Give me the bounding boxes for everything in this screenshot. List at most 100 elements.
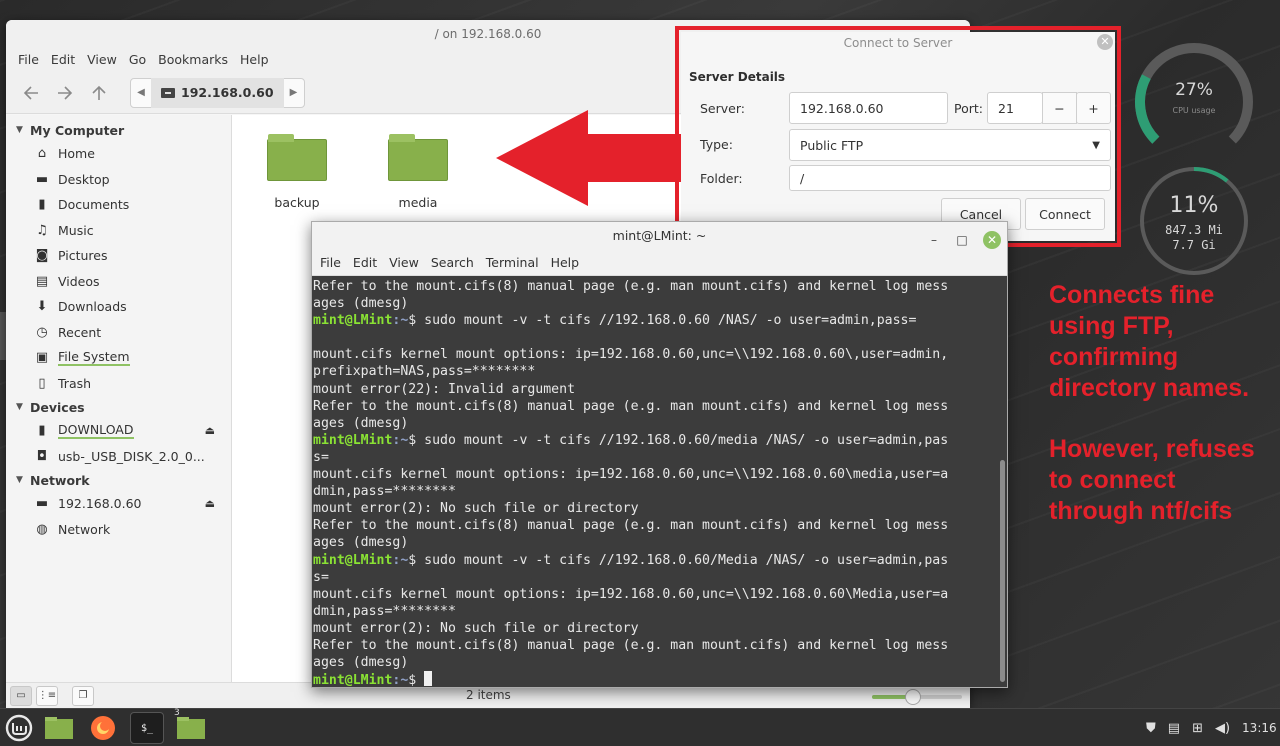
up-button[interactable]	[82, 78, 116, 108]
sidebar-header-my-computer[interactable]: ▼ My Computer	[6, 119, 231, 141]
terminal-line: mount.cifs kernel mount options: ip=192.…	[313, 467, 949, 483]
sidebar-item-label: usb-_USB_DISK_2.0_0...	[58, 448, 205, 464]
forward-button[interactable]	[48, 78, 82, 108]
annotation-line: through ntf/cifs	[1049, 497, 1233, 525]
sidebar-item-label: Pictures	[58, 248, 108, 264]
sidebar-item-music[interactable]: ♫ Music	[6, 218, 231, 244]
sidebar-item-desktop[interactable]: ▬ Desktop	[6, 167, 231, 193]
terminal-line: Refer to the mount.cifs(8) manual page (…	[313, 518, 949, 534]
terminal-line: Refer to the mount.cifs(8) manual page (…	[313, 279, 949, 294]
sidebar-item-label: Home	[58, 146, 95, 162]
folder-input[interactable]: /	[789, 165, 1111, 191]
sidebar-item-home[interactable]: ⌂ Home	[6, 141, 231, 167]
port-increment-button[interactable]: +	[1076, 92, 1111, 124]
globe-icon: ◍	[36, 521, 48, 537]
taskbar-files-window-group[interactable]: 3	[174, 708, 208, 744]
terminal-menu-terminal[interactable]: Terminal	[480, 250, 545, 275]
menu-bookmarks[interactable]: Bookmarks	[152, 48, 234, 72]
home-icon: ⌂	[37, 146, 47, 162]
hide-sidebar-button[interactable]: ❐	[72, 685, 94, 706]
terminal-line: ages (dmesg)	[313, 415, 409, 431]
sidebar-item-trash[interactable]: ▯ Trash	[6, 371, 231, 397]
section-heading: Server Details	[689, 70, 786, 84]
maximize-icon[interactable]: □	[955, 226, 969, 254]
close-icon[interactable]: ✕	[983, 231, 1001, 249]
menu-help[interactable]: Help	[234, 48, 275, 72]
port-decrement-button[interactable]: −	[1042, 92, 1077, 124]
dialog-title: Connect to Server	[843, 36, 953, 50]
path-right-arrow-icon[interactable]: ▶	[284, 87, 304, 98]
collapse-triangle-icon: ▼	[16, 125, 23, 135]
sidebar-item-pictures[interactable]: ◙ Pictures	[6, 243, 231, 269]
notes-icon[interactable]: ▤	[1168, 721, 1180, 736]
taskbar: $_ 3 ⛊ ▤ ⊞ ◀) 13:16	[0, 708, 1280, 746]
back-button[interactable]	[14, 78, 48, 108]
sidebar-header-network[interactable]: ▼ Network	[6, 469, 231, 491]
terminal-line: s=	[313, 569, 329, 585]
sidebar-item-label: File System	[58, 349, 130, 367]
folder-item[interactable]: backup	[252, 134, 342, 210]
server-input[interactable]: 192.168.0.60	[789, 92, 948, 124]
type-label: Type:	[700, 137, 733, 152]
terminal-line: mount error(2): No such file or director…	[313, 501, 639, 517]
minimize-icon[interactable]: –	[927, 226, 941, 254]
menu-file[interactable]: File	[12, 48, 45, 72]
terminal-menu-file[interactable]: File	[314, 250, 347, 275]
taskbar-files-launcher[interactable]	[42, 712, 76, 744]
taskbar-firefox-launcher[interactable]	[86, 712, 120, 744]
annotation-text: Connects fine using FTP, confirming dire…	[1049, 280, 1279, 527]
volume-icon[interactable]: ◀)	[1215, 721, 1230, 736]
sidebar-header-devices[interactable]: ▼ Devices	[6, 396, 231, 418]
terminal-menu-edit[interactable]: Edit	[347, 250, 383, 275]
sidebar-item-documents[interactable]: ▮ Documents	[6, 192, 231, 218]
terminal-menu-help[interactable]: Help	[545, 250, 586, 275]
sidebar-item-file-system[interactable]: ▣ File System	[6, 345, 231, 371]
terminal-line: ages (dmesg)	[313, 296, 409, 312]
network-icon[interactable]: ⊞	[1192, 721, 1203, 736]
menu-go[interactable]: Go	[123, 48, 152, 72]
sidebar: ▼ My Computer ⌂ Home ▬ Desktop ▮ Documents ♫…	[6, 115, 232, 682]
sidebar-item-network-share[interactable]: ▬ 192.168.0.60 ⏏	[6, 491, 231, 517]
annotation-line: directory names.	[1049, 374, 1250, 402]
sidebar-header-label: Network	[30, 472, 90, 488]
menu-view[interactable]: View	[81, 48, 123, 72]
terminal-menu-search[interactable]: Search	[425, 250, 480, 275]
terminal-line: mint@LMint:~$ sudo mount -v -t cifs //19…	[313, 552, 998, 569]
path-left-arrow-icon[interactable]: ◀	[131, 87, 151, 98]
sidebar-item-downloads[interactable]: ⬇ Downloads	[6, 294, 231, 320]
prompt-dir: :~	[392, 673, 409, 688]
terminal-output[interactable]: Refer to the mount.cifs(8) manual page (…	[312, 276, 998, 688]
folder-item[interactable]: media	[373, 134, 463, 210]
sidebar-item-videos[interactable]: ▤ Videos	[6, 269, 231, 295]
terminal-line: Refer to the mount.cifs(8) manual page (…	[313, 637, 949, 653]
cpu-usage-desklet: 27% CPU usage	[1132, 40, 1256, 164]
terminal-line: mount error(22): Invalid argument	[313, 381, 576, 397]
eject-icon[interactable]: ⏏	[205, 424, 215, 437]
terminal-line: s=	[313, 449, 329, 465]
zoom-slider[interactable]	[872, 689, 962, 705]
taskbar-terminal-launcher[interactable]: $_	[130, 712, 164, 744]
menu-button[interactable]	[2, 712, 36, 744]
eject-icon[interactable]: ⏏	[205, 497, 215, 510]
sidebar-header-label: Devices	[30, 399, 85, 415]
menu-edit[interactable]: Edit	[45, 48, 81, 72]
sidebar-item-recent[interactable]: ◷ Recent	[6, 320, 231, 346]
terminal-scrollbar[interactable]	[1000, 460, 1005, 682]
documents-icon: ▮	[38, 197, 46, 213]
show-places-button[interactable]: ▭	[10, 685, 32, 706]
zoom-slider-handle[interactable]	[904, 689, 921, 705]
close-icon[interactable]: ✕	[1097, 34, 1113, 50]
type-select[interactable]: Public FTP ▼	[789, 129, 1111, 161]
path-crumb[interactable]: 192.168.0.60	[151, 77, 284, 108]
clock[interactable]: 13:16	[1242, 721, 1277, 735]
connect-button[interactable]: Connect	[1025, 198, 1105, 230]
sidebar-item-usb-disk[interactable]: ◘ usb-_USB_DISK_2.0_0...	[6, 444, 231, 470]
show-treeview-button[interactable]: ⋮≡	[36, 685, 58, 706]
sidebar-item-download-drive[interactable]: ▮ DOWNLOAD ⏏	[6, 418, 231, 444]
terminal-menu-view[interactable]: View	[383, 250, 425, 275]
port-input[interactable]: 21	[987, 92, 1043, 124]
system-tray: ⛊ ▤ ⊞ ◀) 13:16	[1146, 709, 1277, 746]
terminal-title: mint@LMint: ~	[612, 228, 707, 243]
shield-icon[interactable]: ⛊	[1146, 721, 1156, 736]
sidebar-item-network[interactable]: ◍ Network	[6, 517, 231, 543]
